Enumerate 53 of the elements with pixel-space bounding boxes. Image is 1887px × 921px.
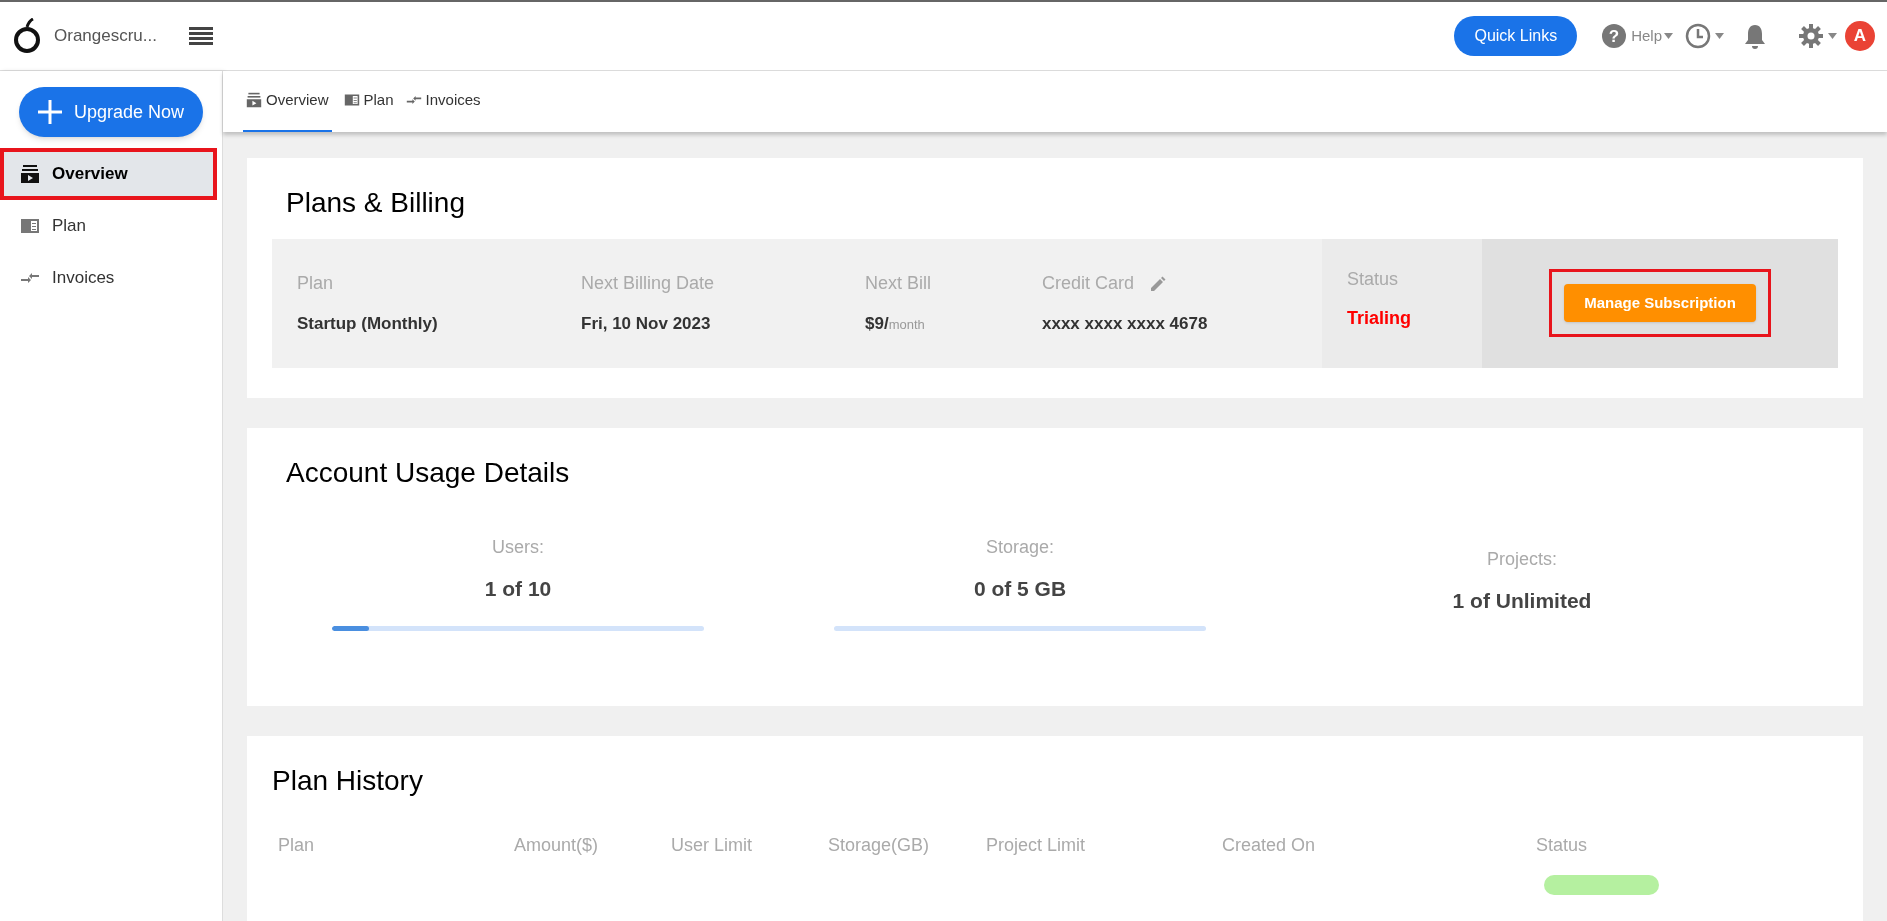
field-label: Next Billing Date [581,272,715,295]
column-header: Status [1536,833,1589,857]
card-title: Plans & Billing [286,185,466,220]
field-label: Status [1347,267,1400,291]
field-label: Plan [297,272,334,295]
book-icon [343,92,360,109]
book-icon [20,216,40,236]
quick-links-button[interactable]: Quick Links [1454,16,1578,56]
field-value: Startup (Monthly) [297,312,439,335]
app-name: Orangescru... [54,25,157,48]
column-header: Amount($) [514,833,600,857]
sidebar-item[interactable]: Invoices [0,252,222,304]
tab[interactable]: Overview [243,89,332,132]
help-icon[interactable]: ? [1601,23,1628,49]
user-avatar[interactable]: A [1845,21,1875,51]
column-header: Plan [278,833,316,857]
upgrade-now-button[interactable]: Upgrade Now [19,87,203,137]
help-link[interactable]: Help [1631,24,1662,48]
caret-icon [1664,33,1673,39]
usage-value: 0 of 5 GB [973,575,1067,602]
edit-icon[interactable] [1150,275,1167,292]
tab[interactable]: Invoices [405,89,481,130]
card-title: Plan History [272,763,424,798]
clock-icon[interactable] [1685,23,1711,49]
column-header: Storage(GB) [828,833,931,857]
tab[interactable]: Plan [343,89,394,130]
usage-label: Projects: [1487,547,1557,571]
field-value: Fri, 10 Nov 2023 [581,312,712,335]
card-title: Account Usage Details [286,455,571,490]
bell-icon[interactable] [1744,23,1766,49]
column-header: User Limit [671,833,753,857]
usage-label: Users: [492,535,544,559]
plus-icon [37,100,62,124]
caret-icon [1828,33,1837,39]
column-header: Created On [1222,833,1317,857]
settings-icon[interactable] [1798,23,1824,49]
menu-icon[interactable] [189,26,213,46]
tray-icon [20,164,40,184]
tray-icon [246,92,262,109]
column-header: Project Limit [986,833,1087,857]
field-value: xxxx xxxx xxxx 4678 [1042,312,1209,335]
sidebar-item[interactable]: Overview [0,148,217,200]
status-value: Trialing [1347,306,1412,330]
logo-icon [12,18,42,54]
field-unit: month [888,315,925,334]
usage-value: 1 of 10 [484,575,552,602]
sidebar-item[interactable]: Plan [0,200,222,252]
usage-label: Storage: [985,535,1054,559]
field-label: Credit Card [1042,272,1135,295]
caret-icon [1715,33,1724,39]
usage-value: 1 of Unlimited [1452,587,1592,614]
field-value: $9/ [865,312,889,335]
field-label: Next Bill [865,272,931,295]
